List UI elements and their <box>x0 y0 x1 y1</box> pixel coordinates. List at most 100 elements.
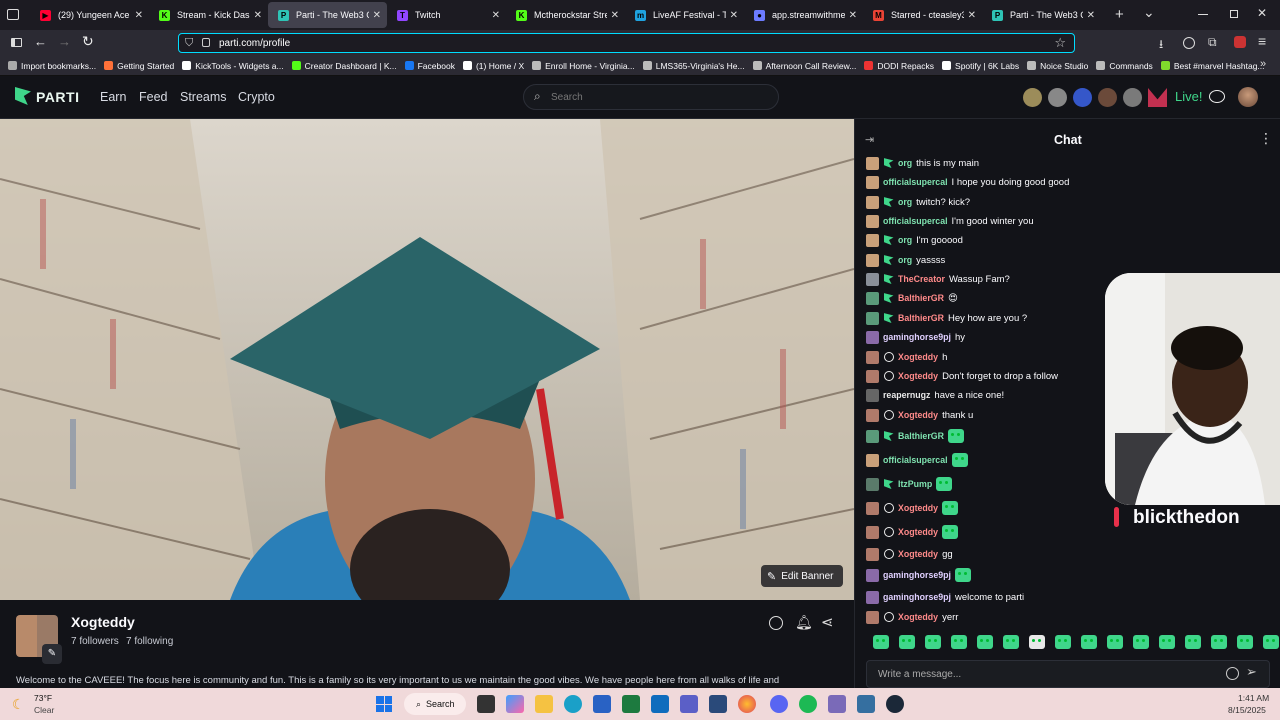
chat-avatar[interactable] <box>866 408 879 422</box>
chat-avatar[interactable] <box>866 272 879 286</box>
excel-icon[interactable] <box>622 695 640 713</box>
emote-picker-icon[interactable] <box>899 635 915 649</box>
chat-bubble-icon[interactable] <box>1209 90 1225 103</box>
chat-options-icon[interactable]: ⋮ <box>1259 130 1273 147</box>
back-button[interactable]: ← <box>34 34 47 49</box>
browser-tab[interactable]: T Twitch ✕ <box>387 0 506 30</box>
chat-avatar[interactable] <box>866 453 879 467</box>
nav-streams[interactable]: Streams <box>180 90 227 104</box>
bookmark-item[interactable]: KickTools - Widgets a... <box>182 61 284 71</box>
bookmark-item[interactable]: Getting Started <box>104 61 174 71</box>
bookmark-item[interactable]: Commands <box>1096 61 1153 71</box>
bell-icon[interactable]: 🔔︎ <box>795 614 813 631</box>
browser-tab[interactable]: K Stream - Kick Dashboa... ✕ <box>149 0 268 30</box>
kick-app-icon[interactable] <box>709 695 727 713</box>
forward-button[interactable]: → <box>58 34 71 49</box>
sidebar-toggle-icon[interactable] <box>11 38 22 47</box>
bookmark-item[interactable]: Import bookmarks... <box>8 61 96 71</box>
live-avatar[interactable] <box>1023 88 1042 107</box>
new-tab-button[interactable]: + <box>1115 6 1124 23</box>
chat-avatar[interactable] <box>866 610 879 624</box>
chat-username[interactable]: Xogteddy <box>898 612 938 622</box>
weather-temp[interactable]: 73°F <box>34 693 52 703</box>
extensions-icon[interactable]: ⧉ <box>1208 35 1217 50</box>
chat-username[interactable]: gaminghorse9pj <box>883 332 951 342</box>
chat-avatar[interactable] <box>866 525 879 539</box>
shield-icon[interactable]: ⛉ <box>185 37 193 50</box>
outlook-icon[interactable] <box>651 695 669 713</box>
chat-avatar[interactable] <box>866 547 879 561</box>
taskbar-search[interactable]: ⌕ Search <box>404 693 466 715</box>
bookmark-item[interactable]: Creator Dashboard | K... <box>291 61 397 71</box>
close-tab-icon[interactable]: ✕ <box>968 10 976 21</box>
weather-icon[interactable]: ☾ <box>12 696 25 713</box>
chat-username[interactable]: org <box>898 158 912 168</box>
emote-picker-icon[interactable] <box>1055 635 1071 649</box>
send-icon[interactable]: ➢ <box>1246 664 1257 680</box>
chat-username[interactable]: officialsupercal <box>883 177 948 187</box>
bookmarks-overflow-icon[interactable]: » <box>1260 58 1266 70</box>
discord-icon[interactable] <box>770 695 788 713</box>
bookmark-item[interactable]: Enroll Home - Virginia... <box>532 61 635 71</box>
chat-avatar[interactable] <box>866 350 879 364</box>
chat-username[interactable]: Xogteddy <box>898 549 938 559</box>
search-box[interactable]: ⌕ Search <box>523 84 779 110</box>
emote-picker-icon[interactable] <box>1263 635 1279 649</box>
chat-username[interactable]: Xogteddy <box>898 371 938 381</box>
chat-avatar[interactable] <box>866 195 879 209</box>
app-icon[interactable] <box>857 695 875 713</box>
emote-picker-icon[interactable] <box>1081 635 1097 649</box>
bookmark-item[interactable]: Facebook <box>404 61 455 71</box>
chat-avatar[interactable] <box>866 175 879 189</box>
nav-crypto[interactable]: Crypto <box>238 90 275 104</box>
bookmark-item[interactable]: Spotify | 6K Labs <box>942 61 1019 71</box>
weather-condition[interactable]: Clear <box>34 705 54 715</box>
chat-username[interactable]: Xogteddy <box>898 352 938 362</box>
chat-avatar[interactable] <box>866 291 879 305</box>
chat-input[interactable]: Write a message... ➢ <box>866 660 1270 688</box>
reload-button[interactable]: ↻ <box>82 33 94 50</box>
collapse-chat-icon[interactable]: ⇥ <box>865 133 874 146</box>
downloads-icon[interactable]: ⭳ <box>1159 35 1163 56</box>
chat-username[interactable]: BalthierGR <box>898 431 944 441</box>
chat-avatar[interactable] <box>866 233 879 247</box>
firefox-icon[interactable] <box>738 695 756 713</box>
close-tab-icon[interactable]: ✕ <box>730 10 738 21</box>
browser-tab[interactable]: P Parti - The Web3 Creat... ✕ <box>982 0 1101 30</box>
close-tab-icon[interactable]: ✕ <box>492 10 500 21</box>
chat-username[interactable]: TheCreator <box>898 274 945 284</box>
chat-username[interactable]: org <box>898 255 912 265</box>
chat-username[interactable]: officialsupercal <box>883 455 948 465</box>
edit-avatar-icon[interactable]: ✎ <box>42 644 62 664</box>
bookmark-star-icon[interactable]: ☆ <box>1054 35 1066 51</box>
copilot-icon[interactable] <box>506 695 524 713</box>
extension-badge-icon[interactable] <box>1234 36 1246 48</box>
edit-banner-button[interactable]: ✎ Edit Banner <box>761 565 843 587</box>
user-avatar[interactable] <box>1238 87 1258 107</box>
close-tab-icon[interactable]: ✕ <box>135 10 143 21</box>
emote-picker-icon[interactable] <box>1185 635 1201 649</box>
chat-avatar[interactable] <box>866 253 879 267</box>
chat-username[interactable]: Xogteddy <box>898 527 938 537</box>
emote-picker-icon[interactable] <box>1003 635 1019 649</box>
chat-username[interactable]: BalthierGR <box>898 313 944 323</box>
chat-username[interactable]: org <box>898 235 912 245</box>
chat-avatar[interactable] <box>866 388 879 402</box>
chat-avatar[interactable] <box>866 590 879 604</box>
chat-username[interactable]: gaminghorse9pj <box>883 570 951 580</box>
close-tab-icon[interactable]: ✕ <box>373 10 381 21</box>
bookmark-item[interactable]: Afternoon Call Review... <box>752 61 856 71</box>
nav-feed[interactable]: Feed <box>139 90 168 104</box>
bookmark-item[interactable]: Best #marvel Hashtag... <box>1160 61 1265 71</box>
menu-icon[interactable]: ≡ <box>1258 33 1266 49</box>
bookmark-item[interactable]: DODI Repacks <box>864 61 934 71</box>
url-text[interactable]: parti.com/profile <box>219 38 290 49</box>
browser-tab[interactable]: ▶ (29) Yungeen Ace - Dr... ✕ <box>30 0 149 30</box>
chat-username[interactable]: Xogteddy <box>898 410 938 420</box>
account-icon[interactable] <box>1183 37 1195 49</box>
app-icon[interactable] <box>828 695 846 713</box>
following-count[interactable]: 7 following <box>126 636 173 647</box>
task-view-icon[interactable] <box>477 695 495 713</box>
clock-time[interactable]: 1:41 AM <box>1238 693 1269 703</box>
share-icon[interactable]: ⋖ <box>821 613 834 631</box>
